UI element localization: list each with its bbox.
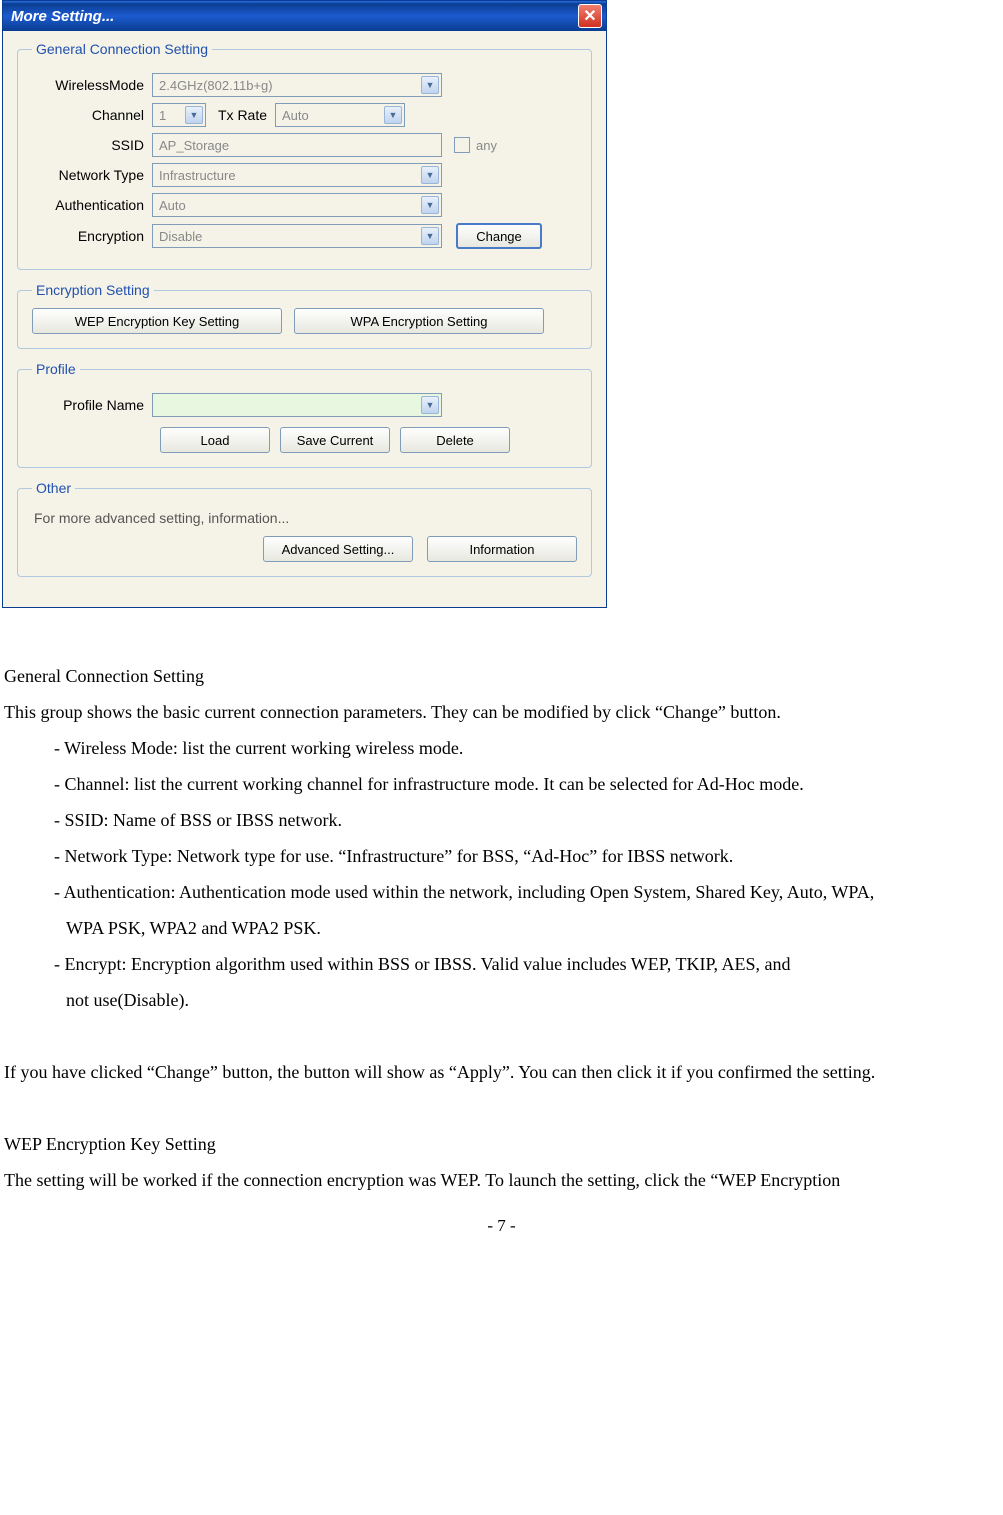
page-number: - 7 - (0, 1216, 1003, 1236)
other-text: For more advanced setting, information..… (34, 510, 577, 526)
chevron-down-icon: ▼ (421, 396, 439, 414)
more-setting-dialog: More Setting... ✕ General Connection Set… (2, 0, 607, 608)
authentication-combo[interactable]: Auto ▼ (152, 193, 442, 217)
ssid-value: AP_Storage (159, 138, 229, 153)
chevron-down-icon: ▼ (384, 106, 402, 124)
doc-bullet: - Encrypt: Encryption algorithm used wit… (4, 946, 999, 982)
doc-bullet: - Network Type: Network type for use. “I… (4, 838, 999, 874)
profile-legend: Profile (32, 361, 80, 377)
tx-rate-label: Tx Rate (218, 107, 267, 123)
chevron-down-icon: ▼ (421, 166, 439, 184)
doc-heading-wep: WEP Encryption Key Setting (4, 1126, 999, 1162)
encryption-combo[interactable]: Disable ▼ (152, 224, 442, 248)
dialog-body: General Connection Setting WirelessMode … (3, 31, 606, 607)
window-title: More Setting... (11, 8, 114, 25)
channel-value: 1 (159, 108, 166, 123)
chevron-down-icon: ▼ (185, 106, 203, 124)
doc-bullet-cont: not use(Disable). (4, 982, 999, 1018)
doc-bullet: - Authentication: Authentication mode us… (4, 874, 999, 910)
close-button[interactable]: ✕ (578, 4, 602, 28)
general-legend: General Connection Setting (32, 41, 212, 57)
chevron-down-icon: ▼ (421, 76, 439, 94)
close-icon: ✕ (583, 6, 596, 26)
doc-paragraph: If you have clicked “Change” button, the… (4, 1054, 999, 1090)
channel-combo[interactable]: 1 ▼ (152, 103, 206, 127)
wpa-encryption-button[interactable]: WPA Encryption Setting (294, 308, 544, 334)
other-group: Other For more advanced setting, informa… (17, 480, 592, 577)
doc-paragraph: The setting will be worked if the connec… (4, 1162, 999, 1198)
information-button[interactable]: Information (427, 536, 577, 562)
profile-group: Profile Profile Name ▼ Load Save Current (17, 361, 592, 468)
other-legend: Other (32, 480, 75, 496)
change-button[interactable]: Change (456, 223, 542, 249)
wep-encryption-button[interactable]: WEP Encryption Key Setting (32, 308, 282, 334)
network-type-value: Infrastructure (159, 168, 236, 183)
doc-bullet-cont: WPA PSK, WPA2 and WPA2 PSK. (4, 910, 999, 946)
authentication-label: Authentication (32, 197, 152, 213)
advanced-setting-button[interactable]: Advanced Setting... (263, 536, 413, 562)
ssid-label: SSID (32, 137, 152, 153)
wireless-mode-label: WirelessMode (32, 77, 152, 93)
encryption-legend: Encryption Setting (32, 282, 154, 298)
doc-bullet: - SSID: Name of BSS or IBSS network. (4, 802, 999, 838)
doc-heading-general: General Connection Setting (4, 658, 999, 694)
network-type-combo[interactable]: Infrastructure ▼ (152, 163, 442, 187)
chevron-down-icon: ▼ (421, 227, 439, 245)
tx-rate-value: Auto (282, 108, 309, 123)
ssid-input[interactable]: AP_Storage (152, 133, 442, 157)
wireless-mode-value: 2.4GHz(802.11b+g) (159, 78, 273, 93)
any-label: any (476, 138, 497, 153)
load-button[interactable]: Load (160, 427, 270, 453)
any-checkbox[interactable] (454, 137, 470, 153)
doc-bullet: - Channel: list the current working chan… (4, 766, 999, 802)
chevron-down-icon: ▼ (421, 196, 439, 214)
encryption-setting-group: Encryption Setting WEP Encryption Key Se… (17, 282, 592, 349)
encryption-value: Disable (159, 229, 202, 244)
save-current-button[interactable]: Save Current (280, 427, 390, 453)
document-body: General Connection Setting This group sh… (0, 608, 1003, 1198)
doc-bullet: - Wireless Mode: list the current workin… (4, 730, 999, 766)
encryption-label: Encryption (32, 228, 152, 244)
delete-button[interactable]: Delete (400, 427, 510, 453)
network-type-label: Network Type (32, 167, 152, 183)
profile-name-combo[interactable]: ▼ (152, 393, 442, 417)
tx-rate-combo[interactable]: Auto ▼ (275, 103, 405, 127)
doc-paragraph: This group shows the basic current conne… (4, 694, 999, 730)
channel-label: Channel (32, 107, 152, 123)
profile-name-label: Profile Name (32, 397, 152, 413)
titlebar: More Setting... ✕ (3, 1, 606, 31)
general-connection-group: General Connection Setting WirelessMode … (17, 41, 592, 270)
authentication-value: Auto (159, 198, 186, 213)
wireless-mode-combo[interactable]: 2.4GHz(802.11b+g) ▼ (152, 73, 442, 97)
